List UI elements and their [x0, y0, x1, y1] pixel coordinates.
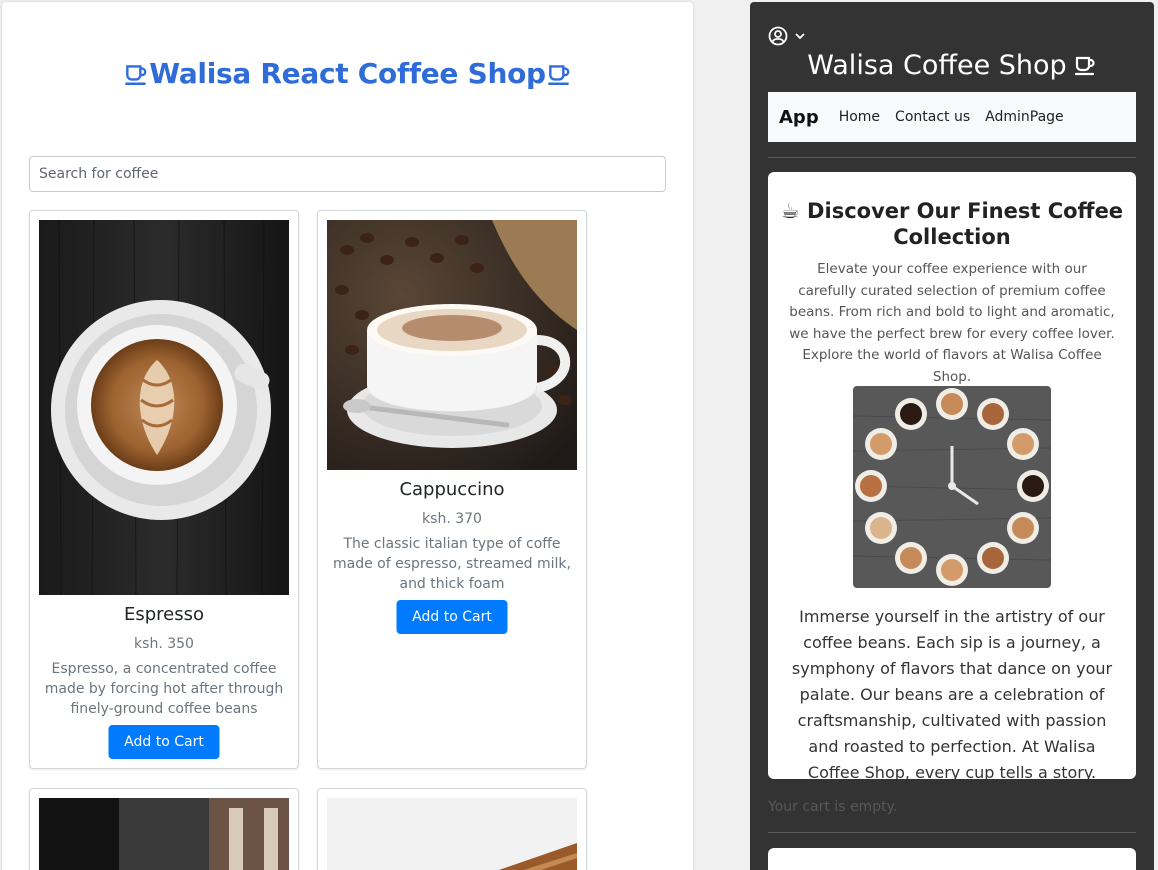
- nav-link-contact[interactable]: Contact us: [895, 109, 970, 125]
- promo-title: ☕ Discover Our Finest Coffee Collection: [780, 199, 1124, 249]
- promo-body: Immerse yourself in the artistry of our …: [791, 607, 1113, 782]
- coffee-shop-panel: Walisa React Coffee Shop Search for coff…: [2, 2, 693, 870]
- divider: [768, 832, 1136, 833]
- product-name: Espresso: [123, 604, 205, 625]
- cart-status: Your cart is empty.: [768, 799, 898, 815]
- app-title: Walisa Coffee Shop: [750, 50, 1154, 81]
- shop-title: Walisa React Coffee Shop: [2, 57, 693, 90]
- user-circle-icon: [768, 26, 788, 46]
- divider: [768, 157, 1136, 158]
- cup-icon: [123, 61, 149, 87]
- add-to-cart-button[interactable]: Add to Cart: [108, 725, 220, 759]
- cart-card: [768, 848, 1136, 870]
- chevron-down-icon: [795, 33, 805, 40]
- nav-link-home[interactable]: Home: [839, 109, 880, 125]
- product-description: Espresso, a concentrated coffee made by …: [44, 661, 284, 717]
- product-image: [327, 798, 577, 870]
- cup-icon: [1073, 53, 1097, 77]
- coffee-clock-image: [853, 386, 1051, 588]
- promo-description: Elevate your coffee experience with our …: [789, 261, 1115, 385]
- product-card: [29, 788, 299, 870]
- search-input[interactable]: [29, 156, 666, 192]
- product-card: [317, 788, 587, 870]
- cappuccino-image: [327, 220, 577, 470]
- navbar-brand[interactable]: App: [779, 107, 819, 128]
- espresso-image: [39, 220, 289, 595]
- product-card-espresso: Espresso ksh. 350 Espresso, a concentrat…: [29, 210, 299, 769]
- product-name: Cappuccino: [399, 479, 505, 500]
- product-card-cappuccino: Cappuccino ksh. 370 The classic italian …: [317, 210, 587, 769]
- promo-card: ☕ Discover Our Finest Coffee Collection …: [768, 172, 1136, 782]
- product-price: ksh. 350: [134, 636, 194, 652]
- add-to-cart-button[interactable]: Add to Cart: [396, 600, 508, 634]
- navbar: App Home Contact us AdminPage: [768, 92, 1136, 142]
- app-preview-panel: Walisa Coffee Shop App Home Contact us A…: [750, 2, 1154, 870]
- app-title-text: Walisa Coffee Shop: [807, 50, 1067, 81]
- nav-link-admin[interactable]: AdminPage: [985, 109, 1064, 125]
- user-menu[interactable]: [768, 26, 806, 46]
- product-description: The classic italian type of coffe made o…: [332, 536, 571, 592]
- shop-title-text: Walisa React Coffee Shop: [149, 57, 546, 90]
- cup-icon: [546, 61, 572, 87]
- product-image: [39, 798, 289, 870]
- product-price: ksh. 370: [422, 511, 482, 527]
